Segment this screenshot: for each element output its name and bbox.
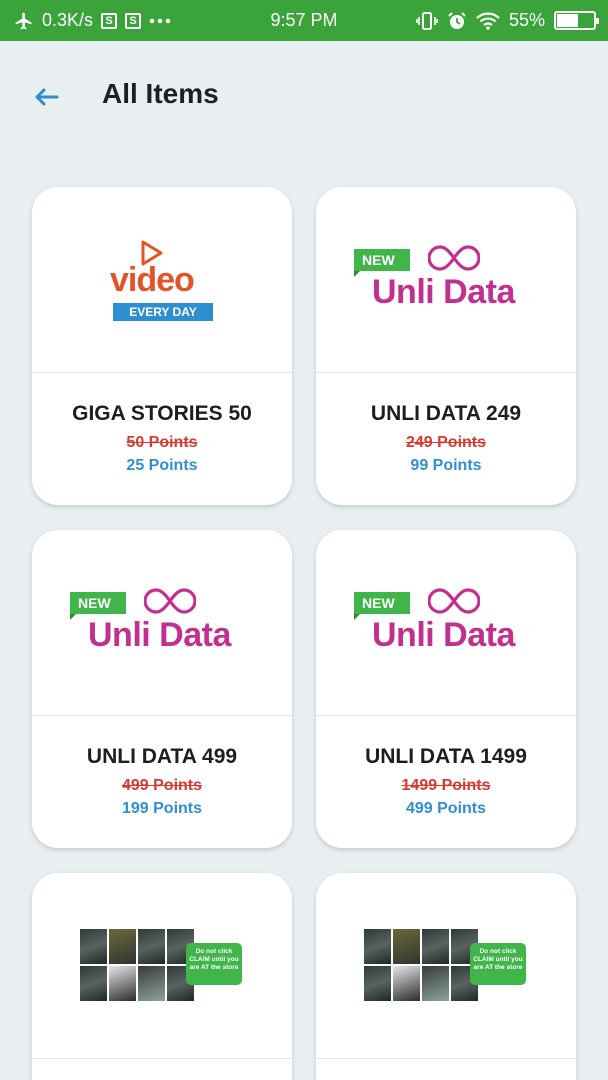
group-photo-promo: Do not click CLAIM until you are AT the …: [80, 929, 244, 1001]
infinity-icon: [144, 588, 196, 614]
item-name: GIGA STORIES 50: [72, 402, 252, 425]
item-image: NEW Unli Data: [32, 530, 292, 716]
battery-icon: [554, 11, 599, 30]
item-new-points: 199 Points: [121, 800, 203, 817]
new-badge: NEW: [354, 592, 410, 620]
group-photo-promo: Do not click CLAIM until you are AT the …: [364, 929, 528, 1001]
photo-collage: [80, 929, 194, 1001]
infinity-icon: [428, 588, 480, 614]
promo-notice: Do not click CLAIM until you are AT the …: [470, 943, 526, 985]
new-badge: NEW: [354, 249, 410, 277]
alarm-icon: [447, 11, 467, 31]
app-header: All Items: [0, 41, 608, 153]
item-old-points: 1499 Points: [401, 777, 491, 794]
item-image: video EVERY DAY: [32, 187, 292, 373]
promo-notice: Do not click CLAIM until you are AT the …: [186, 943, 242, 985]
wifi-icon: [476, 12, 500, 30]
item-name: UNLI DATA 249: [370, 402, 522, 425]
back-button[interactable]: [30, 81, 62, 113]
item-old-points: 249 Points: [405, 434, 487, 451]
item-old-points: 499 Points: [121, 777, 203, 794]
item-new-points: 99 Points: [410, 457, 482, 474]
page-title: All Items: [102, 78, 219, 109]
vibrate-icon: [416, 11, 438, 31]
item-image: Do not click CLAIM until you are AT the …: [316, 873, 576, 1059]
battery-percent: 55%: [508, 10, 545, 30]
item-card-promo-2[interactable]: Do not click CLAIM until you are AT the …: [316, 873, 576, 1080]
video-every-day-logo: video EVERY DAY: [110, 239, 214, 325]
item-name: UNLI DATA 1499: [365, 745, 527, 768]
infinity-icon: [428, 245, 480, 271]
item-image: NEW Unli Data: [316, 187, 576, 373]
unli-data-logo: NEW Unli Data: [354, 586, 544, 662]
item-card-promo-1[interactable]: Do not click CLAIM until you are AT the …: [32, 873, 292, 1080]
item-new-points: 25 Points: [126, 457, 198, 474]
back-arrow-icon: [35, 88, 59, 106]
item-card-unli-data-499[interactable]: NEW Unli Data UNLI DATA 499 499 Points 1…: [32, 530, 292, 848]
unli-data-logo: NEW Unli Data: [354, 243, 544, 319]
item-card-unli-data-1499[interactable]: NEW Unli Data UNLI DATA 1499 1499 Points…: [316, 530, 576, 848]
status-bar: 0.3K/s S S 9:57 PM 55%: [0, 0, 608, 41]
item-image: NEW Unli Data: [316, 530, 576, 716]
item-card-giga-stories-50[interactable]: video EVERY DAY GIGA STORIES 50 50 Point…: [32, 187, 292, 505]
item-old-points: 50 Points: [126, 434, 198, 451]
new-badge: NEW: [70, 592, 126, 620]
unli-data-logo: NEW Unli Data: [70, 586, 260, 662]
photo-collage: [364, 929, 478, 1001]
item-card-unli-data-249[interactable]: NEW Unli Data UNLI DATA 249 249 Points 9…: [316, 187, 576, 505]
item-name: UNLI DATA 499: [86, 745, 238, 768]
clock: 9:57 PM: [270, 10, 338, 30]
item-new-points: 499 Points: [405, 800, 487, 817]
item-image: Do not click CLAIM until you are AT the …: [32, 873, 292, 1059]
